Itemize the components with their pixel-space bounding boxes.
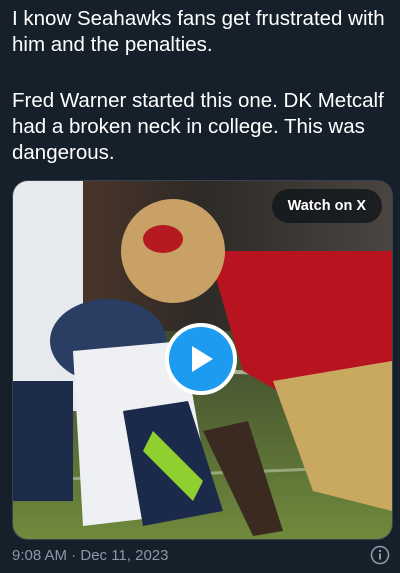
play-icon <box>192 346 213 372</box>
play-button[interactable] <box>165 323 237 395</box>
watch-on-x-button[interactable]: Watch on X <box>271 189 382 223</box>
tweet-timestamp[interactable]: 9:08 AM · Dec 11, 2023 <box>12 547 168 564</box>
tweet-paragraph-1: I know Seahawks fans get frustrated with… <box>12 7 385 56</box>
info-icon[interactable] <box>370 545 390 565</box>
video-player[interactable]: Watch on X <box>12 180 393 540</box>
tweet-footer: 9:08 AM · Dec 11, 2023 <box>12 545 390 565</box>
tweet-paragraph-2: Fred Warner started this one. DK Metcalf… <box>12 89 384 164</box>
tweet-text: I know Seahawks fans get frustrated with… <box>12 6 392 196</box>
